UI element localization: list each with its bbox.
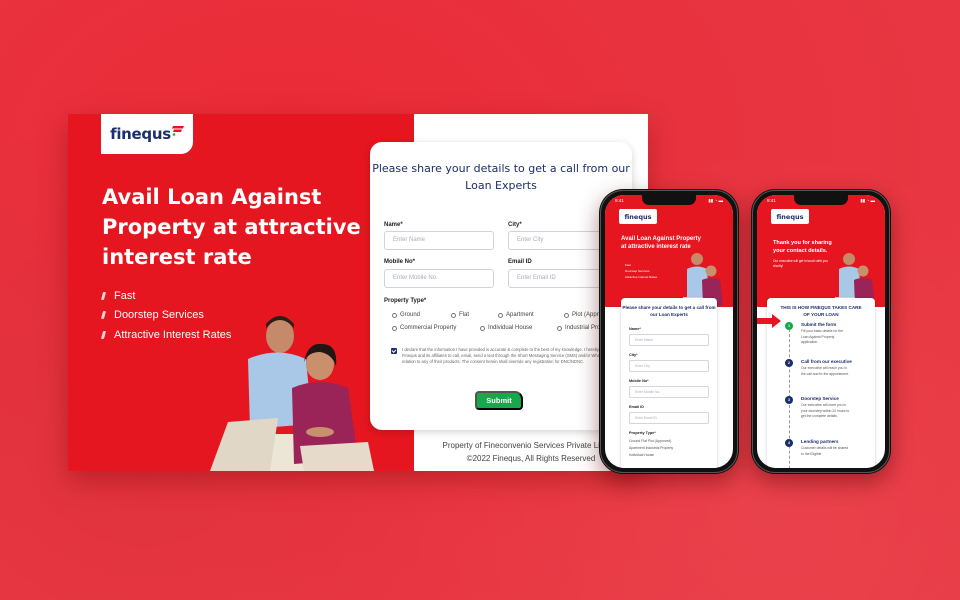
hero-title: Avail Loan Against Property at attractiv…	[102, 185, 361, 269]
bullet-icon	[100, 311, 107, 320]
mobile-city-label: City*	[629, 353, 638, 357]
mobile-logo[interactable]: finequs	[771, 209, 809, 224]
step-2-dot: 2	[785, 359, 793, 367]
submit-button[interactable]: Submit	[475, 391, 523, 410]
mobile-name-input[interactable]: Enter Name	[629, 334, 709, 346]
radio-icon	[557, 325, 562, 331]
radio-individual-house[interactable]: Individual House	[480, 325, 532, 331]
mobile-logo[interactable]: finequs	[619, 209, 657, 224]
radio-commercial[interactable]: Commercial Property	[392, 325, 456, 331]
mobile-form-title: Please share your details to get a call …	[622, 305, 716, 317]
phone-screen: 9:41 ▮▮ ◔ ▬ finequs Thank you for sharin…	[757, 195, 885, 468]
mobile-hero: finequs Avail Loan Against Property at a…	[605, 195, 733, 307]
desktop-landing-page: finequs Avail Loan Against Property at a…	[68, 114, 648, 471]
radio-icon	[480, 325, 485, 331]
you-are-here-arrow-icon	[757, 314, 781, 328]
mobile-label: Mobile No*	[384, 259, 415, 265]
city-label: City*	[508, 222, 522, 228]
email-label: Email ID	[508, 259, 532, 265]
process-title: THIS IS HOW FINEQUS TAKES CARE OF YOUR L…	[780, 305, 862, 317]
thanks-subtitle: Our executive will get in touch with you…	[773, 259, 828, 268]
status-icons: ▮▮ ◔ ▬	[860, 198, 875, 203]
consent-checkbox[interactable]	[391, 348, 397, 354]
mobile-property-options[interactable]: Ground Flat Plot (Approved) Apartment In…	[629, 438, 673, 459]
step-4-desc: Customer details will be shared to the E…	[801, 446, 849, 456]
mobile-email-input[interactable]: Enter Email ID	[629, 412, 709, 424]
hero-panel: finequs Avail Loan Against Property at a…	[68, 114, 414, 471]
mobile-hero: finequs Thank you for sharing your conta…	[757, 195, 885, 307]
name-input[interactable]: Enter Name	[384, 231, 494, 250]
step-1-title: Submit the form	[801, 322, 837, 327]
step-4-dot: 4	[785, 439, 793, 447]
step-1-dot: 1	[785, 322, 793, 330]
mobile-property-label: Property Type*	[629, 431, 656, 435]
step-4-title: Lending partners	[801, 439, 839, 444]
mobile-city-input[interactable]: Enter City	[629, 360, 709, 372]
step-1-desc: Fill your basic details for the Loan Aga…	[801, 329, 844, 345]
mobile-mobile-label: Mobile No*	[629, 379, 649, 383]
mobile-input[interactable]: Enter Mobile No.	[384, 269, 494, 288]
form-title: Please share your details to get a call …	[372, 162, 630, 192]
step-2-desc: Our executive will reach you in the call…	[801, 366, 849, 376]
phone-mockup-thank-you: 9:41 ▮▮ ◔ ▬ finequs Thank you for sharin…	[751, 189, 891, 474]
logo[interactable]: finequs	[101, 114, 193, 154]
radio-icon	[451, 312, 456, 318]
mobile-name-label: Name*	[629, 327, 641, 331]
status-time: 9:41	[615, 198, 624, 203]
lead-form: Please share your details to get a call …	[370, 142, 632, 430]
radio-icon	[392, 312, 397, 318]
step-2-title: Call from our executive	[801, 359, 852, 364]
status-icons: ▮▮ ◔ ▬	[708, 198, 723, 203]
radio-flat[interactable]: Flat	[451, 312, 469, 318]
radio-icon	[564, 312, 569, 318]
mobile-feature-list: Fast Doorstep Services Attractive Intere…	[625, 262, 657, 280]
radio-icon	[392, 325, 397, 331]
radio-icon	[498, 312, 503, 318]
mobile-form-card: Please share your details to get a call …	[621, 298, 717, 468]
logo-mark-icon	[171, 126, 184, 136]
mobile-email-label: Email ID	[629, 405, 644, 409]
logo-text: finequs	[110, 125, 171, 143]
radio-apartment[interactable]: Apartment	[498, 312, 534, 318]
step-3-desc: Our executive will meet you in your door…	[801, 403, 850, 419]
feature-item: Attractive Interest Rates	[625, 275, 658, 279]
couple-photo	[210, 316, 374, 471]
status-time: 9:41	[767, 198, 776, 203]
feature-item: Fast	[100, 286, 231, 306]
step-3-dot: 3	[785, 396, 793, 404]
bullet-icon	[100, 291, 107, 300]
bullet-icon	[100, 330, 107, 339]
mobile-mobile-input[interactable]: Enter Mobile No.	[629, 386, 709, 398]
phone-notch	[642, 195, 696, 205]
phone-mockup-form: 9:41 ▮▮ ◔ ▬ finequs Avail Loan Against P…	[599, 189, 739, 474]
property-type-label: Property Type*	[384, 298, 427, 304]
phone-screen: 9:41 ▮▮ ◔ ▬ finequs Avail Loan Against P…	[605, 195, 733, 468]
radio-ground[interactable]: Ground	[392, 312, 420, 318]
phone-notch	[794, 195, 848, 205]
consent-row: I declare that the information I have pr…	[391, 347, 626, 366]
consent-text: I declare that the information I have pr…	[402, 347, 623, 365]
name-label: Name*	[384, 222, 403, 228]
step-3-title: Doorstep Service	[801, 396, 839, 401]
